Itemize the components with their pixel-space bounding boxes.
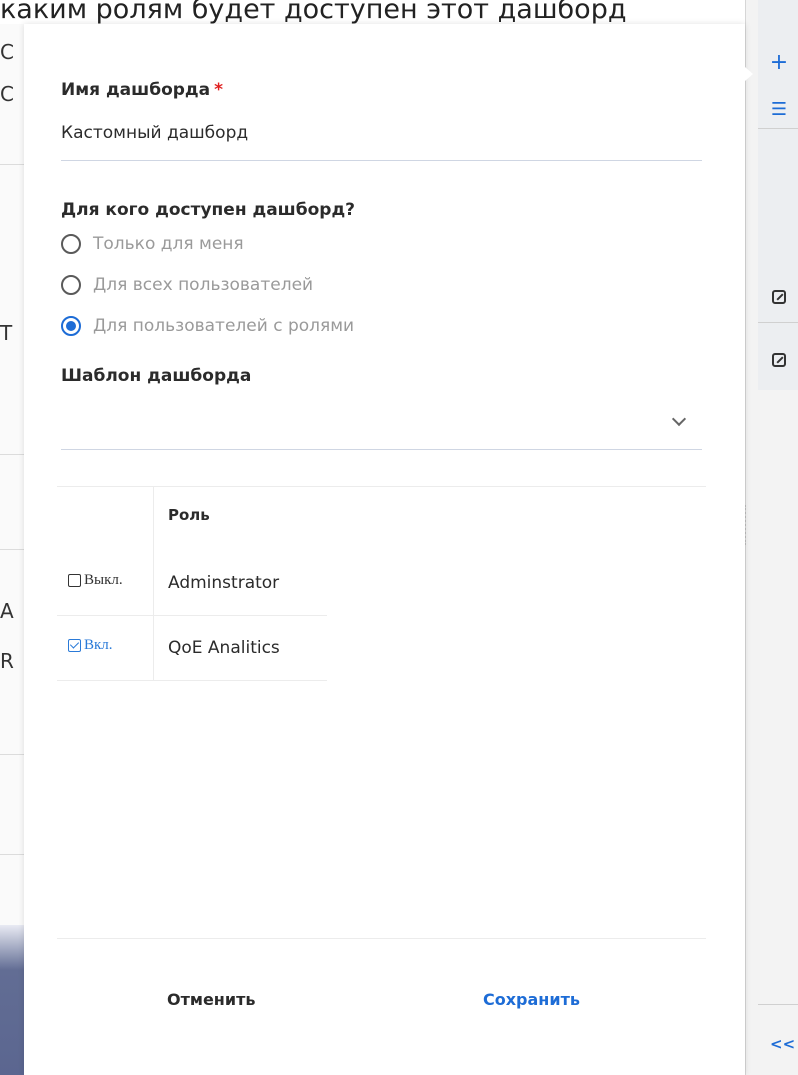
footer-divider (57, 938, 706, 939)
add-icon[interactable]: + (768, 52, 790, 74)
radio-button-selected[interactable] (61, 316, 81, 336)
background-left-column: С С Т А R (0, 24, 24, 1075)
background-divider (0, 549, 24, 550)
background-divider (0, 454, 24, 455)
radio-label: Для всех пользователей (93, 275, 314, 295)
right-rail: + ☰ << (745, 0, 798, 1075)
radio-users-with-roles[interactable]: Для пользователей с ролями (61, 314, 354, 338)
dashboard-name-input[interactable]: Кастомный дашборд (61, 123, 248, 143)
modal-pointer (745, 67, 753, 81)
background-letter: С (0, 40, 14, 64)
checkbox-checked-icon[interactable] (68, 639, 81, 652)
role-toggle-administrator[interactable]: Выкл. (68, 572, 123, 589)
required-mark: * (214, 80, 224, 100)
rail-divider (758, 1004, 798, 1005)
dashboard-settings-modal: Имя дашборда * Кастомный дашборд Для кого… (24, 24, 753, 1075)
background-divider (0, 164, 24, 165)
radio-only-me[interactable]: Только для меня (61, 232, 244, 256)
toggle-text: Вкл. (84, 637, 113, 653)
background-divider (0, 754, 24, 755)
list-icon[interactable]: ☰ (768, 99, 790, 121)
background-letter: А (0, 599, 14, 623)
edit-icon[interactable] (772, 353, 786, 367)
radio-label: Только для меня (93, 234, 244, 254)
role-name: Adminstrator (168, 573, 280, 593)
background-letter: Т (0, 321, 13, 345)
edit-icon[interactable] (772, 290, 786, 304)
background-letter: R (0, 649, 14, 673)
radio-label: Для пользователей с ролями (93, 316, 355, 336)
table-row-divider (57, 680, 327, 681)
checkbox-unchecked-icon[interactable] (68, 574, 81, 587)
template-underline (61, 449, 702, 450)
access-label: Для кого доступен дашборд? (61, 200, 356, 220)
template-label: Шаблон дашборда (61, 366, 252, 386)
table-column-separator (153, 486, 154, 681)
role-name: QoE Analitics (168, 638, 280, 658)
collapse-panel-button[interactable]: << (770, 1035, 795, 1053)
background-letter: С (0, 82, 14, 106)
toggle-text: Выкл. (84, 572, 123, 588)
chevron-down-icon (671, 411, 687, 427)
dashboard-name-label: Имя дашборда * (61, 80, 223, 100)
rail-divider (758, 128, 798, 129)
save-button[interactable]: Сохранить (483, 990, 580, 1009)
dashboard-name-underline (61, 160, 702, 161)
role-toggle-qoe-analitics[interactable]: Вкл. (68, 637, 113, 654)
table-row-divider (57, 615, 327, 616)
radio-button[interactable] (61, 275, 81, 295)
table-top-border (57, 486, 706, 487)
template-select[interactable] (61, 402, 702, 450)
dashboard-name-label-text: Имя дашборда (61, 80, 211, 100)
table-header-role: Роль (168, 506, 210, 524)
cancel-button[interactable]: Отменить (167, 990, 255, 1009)
background-divider (0, 854, 24, 855)
radio-all-users[interactable]: Для всех пользователей (61, 273, 313, 297)
radio-button[interactable] (61, 234, 81, 254)
rail-divider (758, 322, 798, 323)
background-blue-panel (0, 925, 24, 1075)
